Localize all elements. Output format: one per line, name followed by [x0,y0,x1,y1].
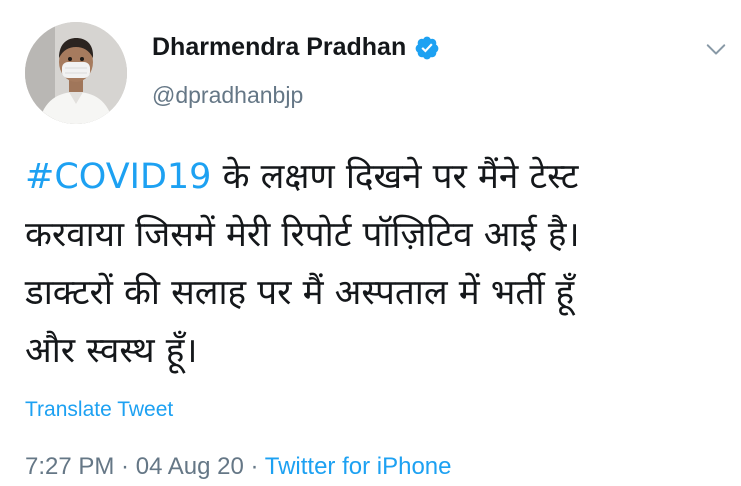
author-handle[interactable]: @dpradhanbjp [152,82,303,109]
verified-badge-icon [415,36,439,59]
hashtag-link[interactable]: #COVID19 [25,157,211,197]
tweet-date[interactable]: 04 Aug 20 [136,453,244,480]
meta-separator: · [114,453,136,480]
tweet-text: #COVID19 के लक्षण दिखने पर मैंने टेस्ट क… [25,148,725,380]
tweet-source-link[interactable]: Twitter for iPhone [265,453,452,480]
avatar[interactable] [25,22,127,124]
tweet-line-1-text: के लक्षण दिखने पर मैंने टेस्ट [211,157,579,197]
tweet-meta: 7:27 PM · 04 Aug 20 · Twitter for iPhone [25,453,451,481]
author-name-row[interactable]: Dharmendra Pradhan [152,33,440,62]
tweet-line-4: और स्वस्थ हूँ। [25,331,198,371]
author-name[interactable]: Dharmendra Pradhan [152,33,406,62]
tweet-line-2: करवाया जिसमें मेरी रिपोर्ट पॉज़िटिव आई ह… [25,215,580,255]
tweet-line-3: डाक्टरों की सलाह पर मैं अस्पताल में भर्त… [25,273,575,313]
translate-tweet-link[interactable]: Translate Tweet [25,398,173,422]
avatar-image [25,22,127,124]
chevron-down-icon[interactable] [705,38,727,60]
tweet-line-1: #COVID19 के लक्षण दिखने पर मैंने टेस्ट [25,148,725,206]
tweet-time[interactable]: 7:27 PM [25,453,114,480]
meta-separator: · [243,453,265,480]
